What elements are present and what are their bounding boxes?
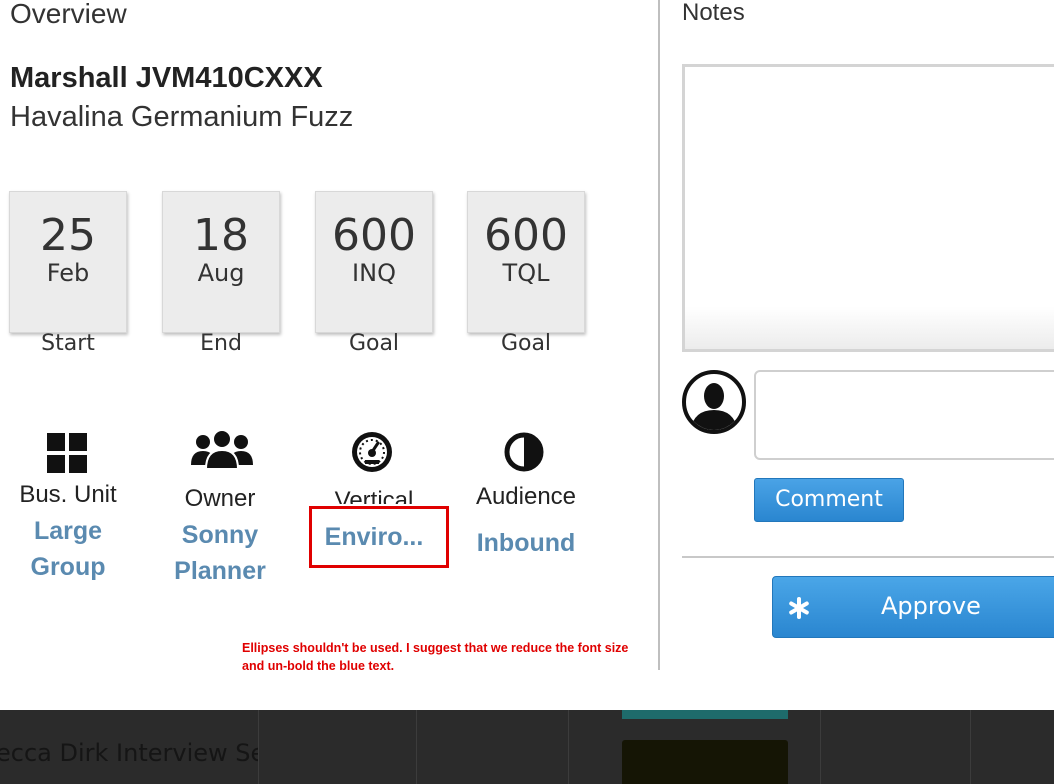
owner-value-line2[interactable]: Planner [152,553,288,589]
panel-divider [658,0,660,670]
annotation-note: Ellipses shouldn't be used. I suggest th… [242,639,702,675]
start-day: 25 [40,210,96,261]
inq-goal-value: 600 [332,210,416,261]
inq-goal-card: 600 INQ [315,191,433,333]
background-column-divider [258,710,259,784]
start-month: Feb [46,259,90,287]
background-column-divider [970,710,971,784]
background-column-divider [416,710,417,784]
end-month: Aug [197,259,245,287]
owner-label: Owner [184,485,256,512]
speedometer-icon [352,432,392,472]
bus-unit-value-line2[interactable]: Group [0,549,136,585]
tql-goal-label: Goal [500,331,552,356]
asterisk-icon [789,597,809,619]
bus-unit-value-line1[interactable]: Large [0,513,136,549]
annotation-line-1: Ellipses shouldn't be used. I suggest th… [242,641,629,655]
vertical-label: Vertical [334,487,414,504]
product-subtitle: Havalina Germanium Fuzz [10,101,354,133]
background-table: ecca Dirk Interview Ses [0,710,1054,784]
user-avatar-icon [682,370,746,434]
audience-label: Audience [475,483,577,510]
comment-input[interactable] [754,370,1054,460]
people-group-icon [191,429,253,470]
start-date-card: 25 Feb [9,191,127,333]
end-date-card: 18 Aug [162,191,280,333]
notes-title: Notes [682,0,745,26]
tql-goal-unit: TQL [502,259,550,287]
comment-button[interactable]: Comment [754,478,904,522]
background-dark-button [622,740,788,784]
annotation-highlight-box [309,506,449,568]
overview-title: Overview [10,0,127,29]
end-day: 18 [193,210,249,261]
approve-label: Approve [881,592,981,620]
inq-goal-unit: INQ [352,259,396,287]
background-teal-bar [622,710,788,719]
owner-value-line1[interactable]: Sonny [152,517,288,553]
annotation-line-2: and un-bold the blue text. [242,659,395,673]
start-label: Start [41,331,95,356]
notes-divider [682,556,1054,558]
inq-goal-label: Goal [348,331,400,356]
background-column-divider [820,710,821,784]
tql-goal-card: 600 TQL [467,191,585,333]
bus-unit-label: Bus. Unit [19,481,117,508]
notes-textarea[interactable] [682,64,1054,352]
grid-icon [47,433,87,473]
product-name: Marshall JVM410CXXX [10,62,323,94]
contrast-icon [504,432,544,472]
end-label: End [200,331,242,356]
tql-goal-value: 600 [484,210,568,261]
background-column-divider [568,710,569,784]
approve-button[interactable]: Approve [772,576,1054,638]
background-row-text: ecca Dirk Interview Ses [0,739,258,767]
audience-value[interactable]: Inbound [458,525,594,561]
